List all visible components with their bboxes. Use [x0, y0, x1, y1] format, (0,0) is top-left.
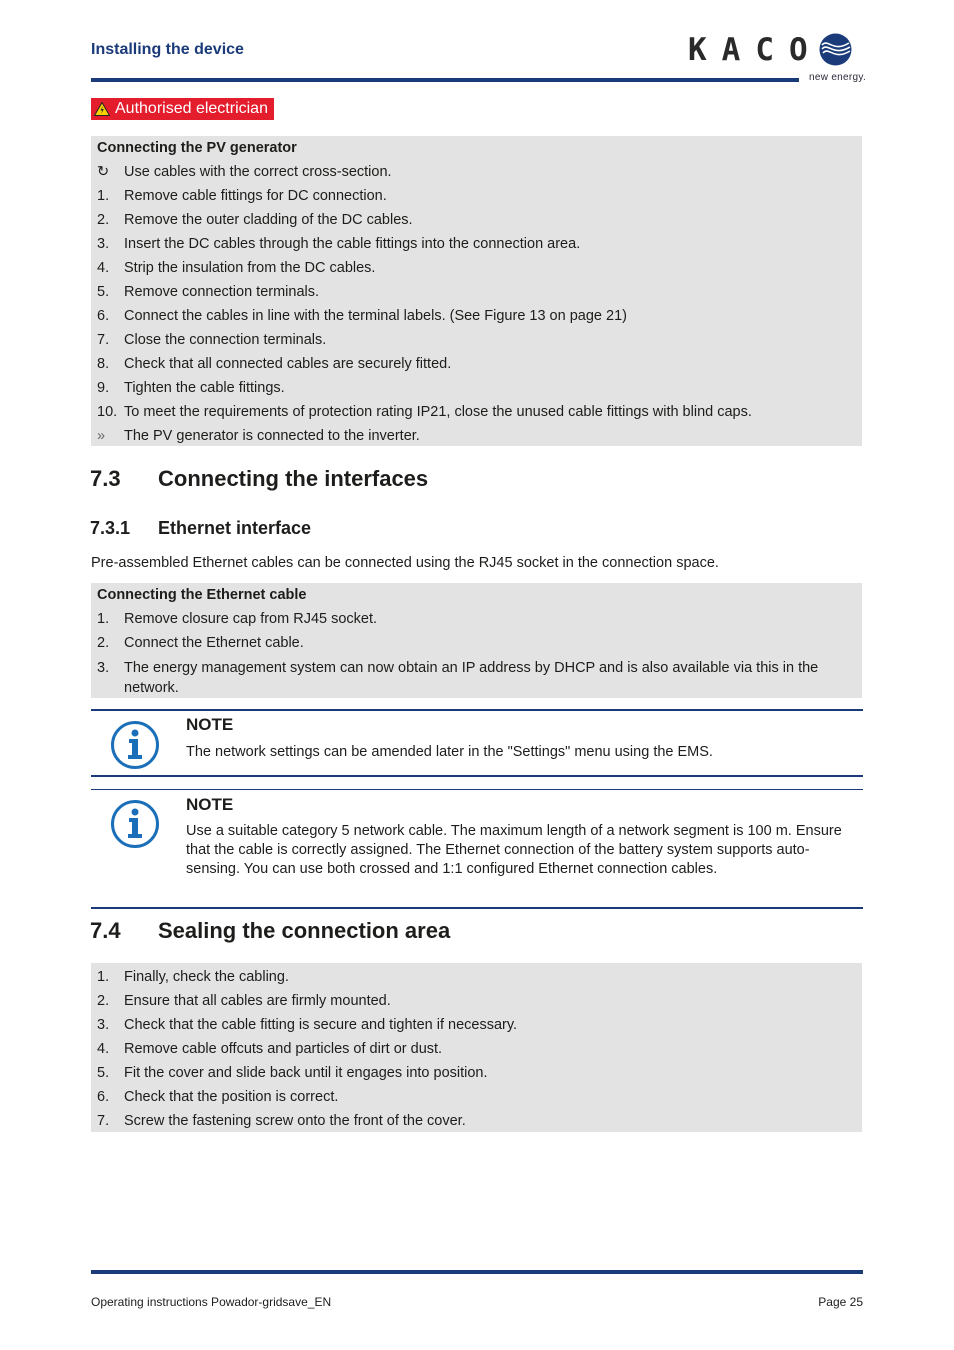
- note-top-rule: [91, 709, 863, 711]
- step-item: 1. Remove cable fittings for DC connectio…: [97, 187, 387, 204]
- pv-generator-instruction-box: Connecting the PV generator ↻ Use cables…: [91, 136, 862, 446]
- footer-document-title: Operating instructions Powador-gridsave_…: [91, 1295, 332, 1309]
- step-item: 6. Connect the cables in line with the te…: [97, 307, 627, 324]
- step-item: 8. Check that all connected cables are se…: [97, 355, 452, 372]
- ethernet-intro-paragraph: Pre-assembled Ethernet cables can be con…: [91, 555, 719, 571]
- step-item: 4. Remove cable offcuts and particles of …: [97, 1040, 443, 1057]
- ethernet-instruction-box: Connecting the Ethernet cable 1. Remove c…: [91, 583, 862, 698]
- box-title: Connecting the PV generator: [97, 140, 297, 156]
- warning-triangle-icon: [94, 102, 110, 116]
- prerequisite-icon: ↻: [97, 163, 110, 180]
- step-item: 2. Ensure that all cables are firmly moun…: [97, 992, 391, 1009]
- section-heading-7-4: 7.4 Sealing the connection area: [90, 918, 451, 943]
- result-arrow-icon: »: [97, 427, 106, 444]
- note-top-rule: [91, 789, 863, 790]
- note-heading: NOTE: [186, 795, 234, 814]
- prerequisite-item: ↻ Use cables with the correct cross-sect…: [97, 163, 392, 180]
- footer-divider: [91, 1270, 863, 1274]
- step-item: 1. Remove closure cap from RJ45 socket.: [97, 610, 378, 627]
- note-text: Use a suitable category 5 network cable.…: [186, 823, 842, 877]
- note-bottom-rule: [91, 775, 863, 777]
- header-divider: [91, 78, 799, 82]
- step-item: 2. Remove the outer cladding of the DC ca…: [97, 211, 413, 228]
- step-item: 7. Screw the fastening screw onto the fro…: [97, 1112, 466, 1129]
- step-item: 5. Fit the cover and slide back until it …: [97, 1064, 488, 1081]
- step-item: 7. Close the connection terminals.: [97, 331, 327, 348]
- info-icon: [111, 721, 159, 769]
- kaco-logo-text: KACO: [688, 32, 823, 68]
- step-item: 10. To meet the requirements of protectio…: [97, 403, 752, 420]
- note-text: The network settings can be amended late…: [186, 744, 713, 760]
- step-item: 6. Check that the position is correct.: [97, 1088, 339, 1105]
- step-item: 5. Remove connection terminals.: [97, 283, 320, 300]
- step-item: 3. The energy management system can now o…: [97, 659, 819, 696]
- step-item: 2. Connect the Ethernet cable.: [97, 634, 304, 651]
- info-icon: [111, 800, 159, 848]
- badge-label: Authorised electrician: [115, 100, 268, 117]
- note-heading: NOTE: [186, 715, 234, 734]
- sealing-instruction-box: 1. Finally, check the cabling. 2. Ensure t…: [91, 963, 862, 1132]
- step-item: 1. Finally, check the cabling.: [97, 968, 289, 985]
- step-item: 4. Strip the insulation from the DC cable…: [97, 259, 376, 276]
- step-item: 3. Insert the DC cables through the cable…: [97, 235, 581, 252]
- kaco-logo-tagline: new energy.: [809, 72, 867, 83]
- authorised-electrician-badge: Authorised electrician: [91, 98, 274, 120]
- running-header-title: Installing the device: [91, 41, 244, 58]
- step-item: 9. Tighten the cable fittings.: [97, 379, 285, 396]
- section-heading-7-3: 7.3 Connecting the interfaces: [90, 466, 429, 491]
- result-item: » The PV generator is connected to the i…: [97, 427, 420, 444]
- kaco-logo-wave-icon: [819, 33, 852, 66]
- section-heading-7-3-1: 7.3.1 Ethernet interface: [90, 518, 312, 538]
- note-bottom-rule: [91, 907, 863, 909]
- box-title: Connecting the Ethernet cable: [97, 587, 307, 603]
- step-item: 3. Check that the cable fitting is secure…: [97, 1016, 518, 1033]
- footer-page-number: Page 25: [818, 1295, 863, 1309]
